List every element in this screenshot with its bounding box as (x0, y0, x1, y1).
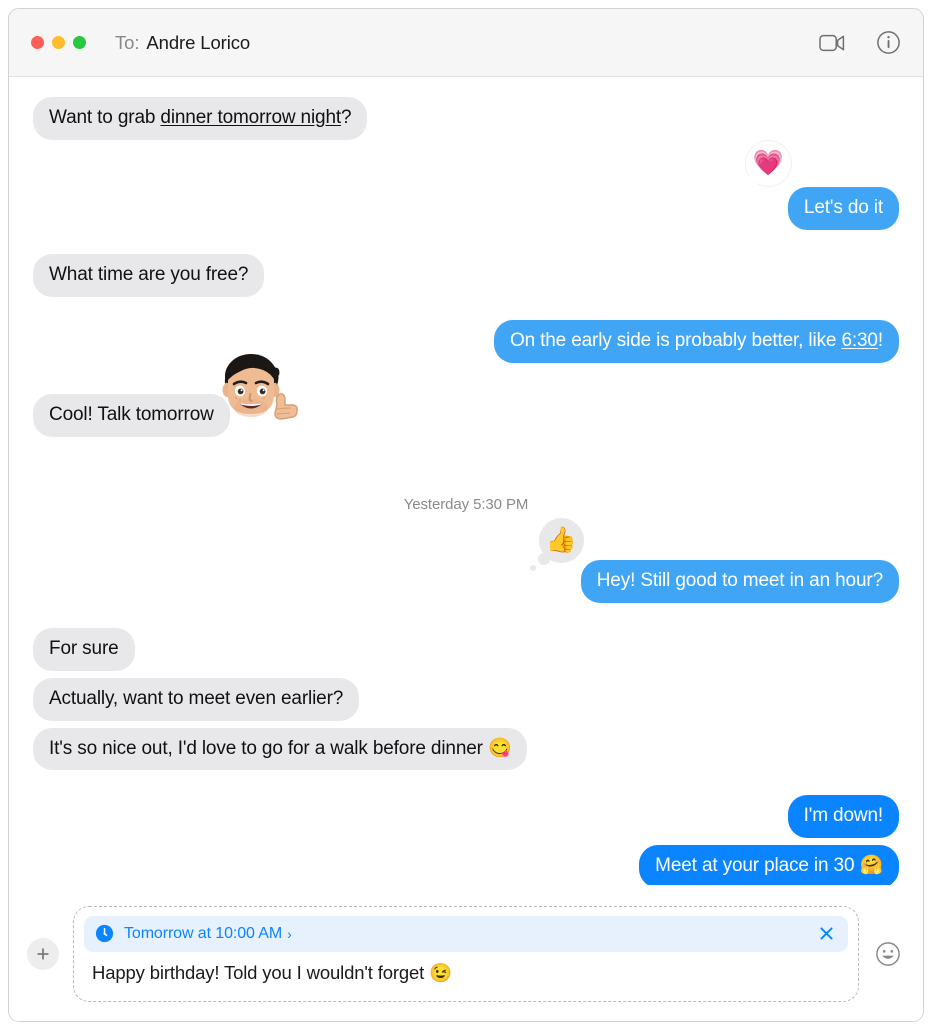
message-bubble-incoming[interactable]: Actually, want to meet even earlier? (33, 677, 360, 721)
title-bar: To: Andre Lorico (9, 9, 923, 77)
message-row: Meet at your place in 30 🤗 (33, 845, 907, 885)
message-transcript[interactable]: Want to grab dinner tomorrow night? 💗 Le… (9, 77, 923, 885)
send-later-label-group: Tomorrow at 10:00 AM › (124, 925, 806, 943)
message-bubble-outgoing[interactable]: Hey! Still good to meet in an hour? (580, 559, 908, 603)
message-bubble-incoming[interactable]: Cool! Talk tomorrow (25, 393, 230, 437)
window-frame: To: Andre Lorico Want to grab dinner tom… (8, 8, 924, 1022)
tapback-emoji: 👍 (545, 525, 577, 554)
heart-tapback[interactable]: 💗 (736, 140, 791, 194)
memoji-thumbs-up-sticker[interactable] (207, 346, 299, 438)
message-bubble-incoming[interactable]: What time are you free? (24, 253, 265, 297)
close-window-button[interactable] (31, 36, 44, 49)
tapback-dot-small (529, 564, 536, 571)
message-row: On the early side is probably better, li… (33, 319, 908, 363)
message-row: It's so nice out, I'd love to go for a w… (24, 727, 899, 771)
recipient-field[interactable]: To: Andre Lorico (115, 32, 250, 54)
message-bubble-outgoing[interactable]: I'm down! (787, 795, 899, 839)
traffic-lights (31, 36, 86, 49)
clock-icon (95, 924, 114, 943)
data-detector-link[interactable]: dinner tomorrow night (160, 107, 341, 128)
message-bubble-outgoing[interactable]: Let's do it (787, 186, 908, 230)
video-camera-icon[interactable] (817, 28, 847, 58)
message-bubble-incoming[interactable]: It's so nice out, I'd love to go for a w… (24, 727, 528, 771)
tapback-dot-large (744, 175, 757, 188)
send-later-banner[interactable]: Tomorrow at 10:00 AM › (84, 915, 848, 952)
message-text-suffix: ! (877, 329, 883, 351)
plus-icon[interactable] (27, 937, 59, 970)
message-row: What time are you free? (24, 253, 899, 297)
bubble-with-sticker: Cool! Talk tomorrow (25, 353, 298, 437)
send-later-time: Tomorrow at 10:00 AM (124, 924, 283, 942)
recipient-name: Andre Lorico (146, 31, 251, 53)
compose-area: Tomorrow at 10:00 AM › Happy birthday! T… (9, 885, 923, 1021)
message-bubble-incoming[interactable]: For sure (33, 627, 135, 671)
message-bubble-outgoing[interactable]: On the early side is probably better, li… (493, 319, 908, 363)
bubble-with-tapback: 👍 Hey! Still good to meet in an hour? (529, 517, 908, 603)
chevron-right-icon[interactable]: › (287, 927, 292, 941)
message-row: I'm down! (33, 795, 899, 839)
minimize-window-button[interactable] (52, 36, 65, 49)
maximize-window-button[interactable] (73, 36, 86, 49)
compose-text-value[interactable]: Happy birthday! Told you I wouldn't forg… (84, 956, 848, 987)
messages-window: To: Andre Lorico Want to grab dinner tom… (0, 0, 932, 1028)
message-text-prefix: On the early side is probably better, li… (509, 329, 842, 351)
toolbar-actions (817, 28, 903, 58)
message-text-prefix: Want to grab (49, 107, 161, 128)
tapback-emoji: 💗 (752, 148, 784, 177)
data-detector-link[interactable]: 6:30 (841, 330, 878, 351)
message-row: 💗 Let's do it (33, 140, 908, 230)
timestamp-divider: Yesterday 5:30 PM (403, 495, 529, 513)
message-bubble-incoming[interactable]: Want to grab dinner tomorrow night? (24, 97, 368, 140)
bubble-with-tapback: 💗 Let's do it (736, 140, 908, 230)
smiley-face-icon[interactable] (873, 939, 903, 969)
message-row: Want to grab dinner tomorrow night? (24, 97, 899, 140)
info-circle-icon[interactable] (873, 28, 903, 58)
message-row: Cool! Talk tomorrow (25, 353, 899, 437)
to-label: To: (115, 31, 140, 53)
tapback-dot-small (736, 187, 743, 194)
message-row: Actually, want to meet even earlier? (33, 677, 899, 721)
tapback-dot-large (537, 552, 550, 565)
message-row: 👍 Hey! Still good to meet in an hour? (33, 517, 908, 603)
message-input-field[interactable]: Tomorrow at 10:00 AM › Happy birthday! T… (73, 905, 859, 1002)
thumbs-up-tapback[interactable]: 👍 (529, 517, 584, 571)
close-x-icon[interactable] (816, 924, 836, 944)
message-bubble-outgoing[interactable]: Meet at your place in 30 🤗 (639, 845, 907, 885)
message-text-suffix: ? (341, 107, 352, 128)
message-row: For sure (33, 627, 899, 671)
